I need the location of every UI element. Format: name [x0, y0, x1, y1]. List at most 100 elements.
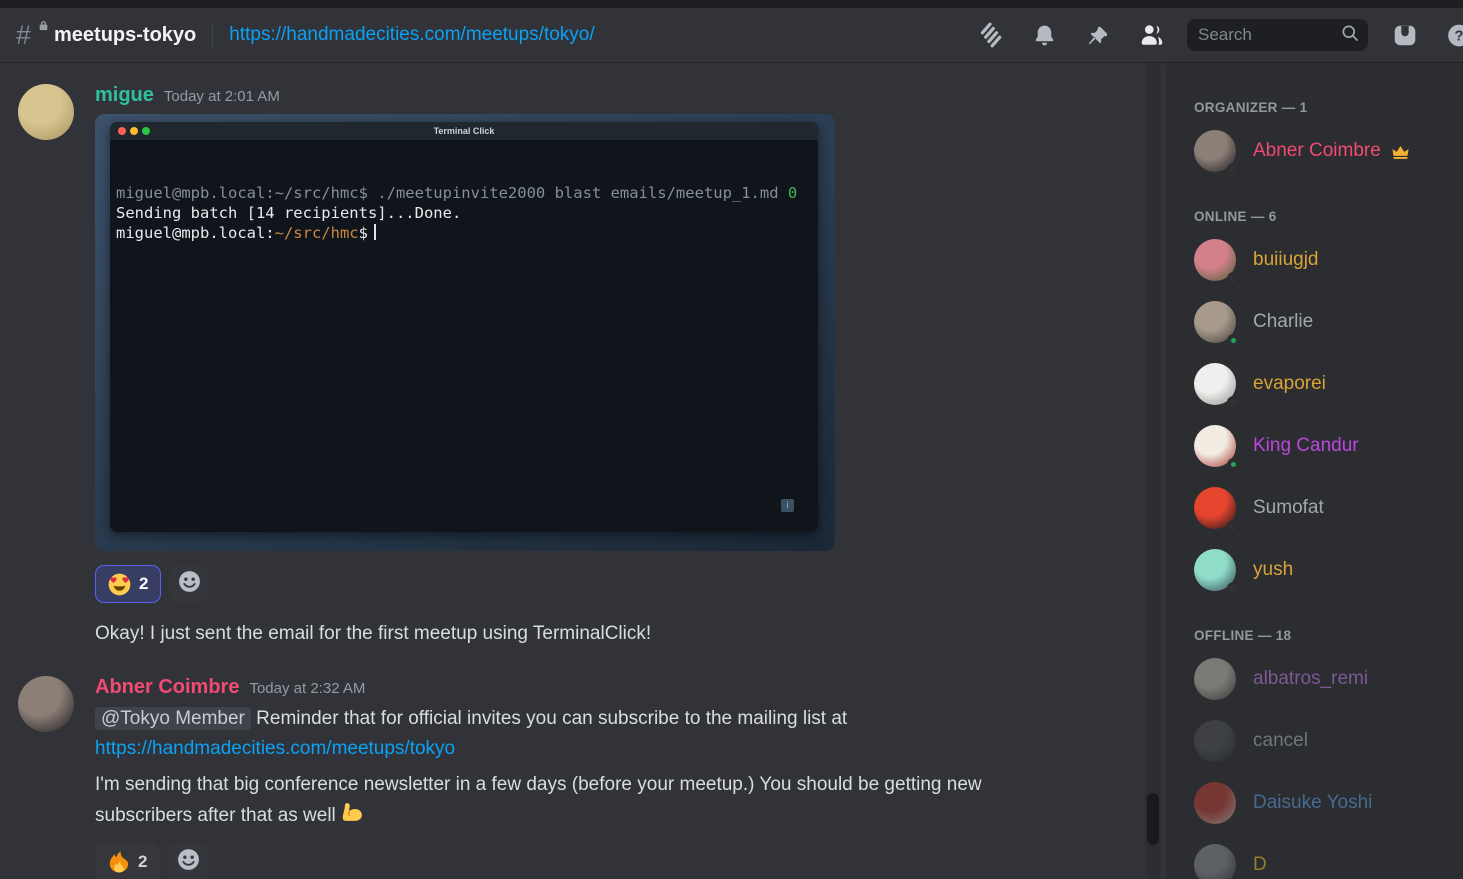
notifications-bell-icon[interactable] — [1031, 22, 1057, 48]
member-list: ORGANIZER — 1 Abner Coimbre ONLINE — 6 bui… — [1166, 62, 1463, 879]
online-status-badge — [1227, 458, 1240, 471]
member-name: albatros_remi — [1253, 668, 1368, 690]
add-reaction-button[interactable] — [169, 565, 209, 603]
member-section: ORGANIZER — 1 Abner Coimbre — [1194, 100, 1455, 175]
member-row[interactable]: Abner Coimbre — [1194, 127, 1455, 175]
header-divider — [212, 22, 213, 48]
avatar — [1194, 844, 1236, 879]
message-link[interactable]: https://handmadecities.com/meetups/tokyo — [95, 738, 455, 759]
avatar — [1194, 720, 1236, 762]
fire-emoji — [108, 851, 130, 873]
reaction-fire[interactable]: 2 — [95, 843, 160, 879]
overlay-badge: i — [781, 499, 794, 512]
scrollbar-track[interactable] — [1145, 62, 1161, 879]
search-placeholder: Search — [1198, 25, 1340, 45]
member-section: OFFLINE — 18 albatros_remicancel Daisuke Y… — [1194, 628, 1455, 879]
avatar[interactable] — [18, 84, 74, 140]
add-reaction-button[interactable] — [168, 843, 208, 879]
reactions-row: 2 — [95, 565, 1150, 603]
member-row[interactable]: yush — [1194, 546, 1455, 594]
message-author[interactable]: Abner Coimbre — [95, 676, 239, 699]
member-row[interactable]: albatros_remi — [1194, 655, 1455, 703]
avatar — [1194, 658, 1236, 700]
member-row[interactable]: evaporei — [1194, 360, 1455, 408]
avatar — [1194, 301, 1236, 343]
svg-text:?: ? — [1455, 28, 1463, 44]
member-row[interactable]: cancel — [1194, 717, 1455, 765]
crown-icon — [1391, 142, 1410, 161]
member-name: evaporei — [1253, 373, 1326, 395]
member-row[interactable]: Daisuke Yoshi — [1194, 779, 1455, 827]
member-section-title: OFFLINE — 18 — [1194, 628, 1455, 643]
member-name: Abner Coimbre — [1253, 140, 1381, 162]
terminal-screenshot-attachment[interactable]: Terminal Click miguel@mpb.local:~/src/hm… — [95, 114, 835, 551]
channel-hash-lock-icon: # — [16, 19, 46, 51]
message-text: I'm sending that big conference newslett… — [95, 770, 1070, 835]
member-row[interactable]: buiiugjd — [1194, 236, 1455, 284]
channel-name: meetups-tokyo — [54, 24, 196, 47]
message-text: Okay! I just sent the email for the firs… — [95, 619, 1150, 648]
member-list-toggle-icon[interactable] — [1139, 22, 1165, 48]
role-mention[interactable]: @Tokyo Member — [95, 707, 251, 730]
avatar — [1194, 782, 1236, 824]
member-row[interactable]: Charlie — [1194, 298, 1455, 346]
message: Abner Coimbre Today at 2:32 AM @Tokyo Me… — [0, 676, 1166, 879]
search-input[interactable]: Search — [1187, 19, 1368, 51]
idle-status-badge — [1227, 163, 1240, 176]
member-section-title: ORGANIZER — 1 — [1194, 100, 1455, 115]
heart-eyes-emoji — [108, 573, 131, 596]
lock-icon — [38, 18, 49, 36]
terminal-line: miguel@mpb.local:~/src/hmc$ ./meetupinvi… — [116, 183, 812, 203]
reactions-row: 2 — [95, 843, 1150, 879]
discord-app: # meetups-tokyo https://handmadecities.c… — [0, 0, 1463, 879]
terminal-titlebar: Terminal Click — [110, 122, 818, 140]
terminal-title: Terminal Click — [110, 126, 818, 136]
message-timestamp: Today at 2:32 AM — [249, 680, 365, 697]
inbox-icon[interactable] — [1392, 22, 1418, 48]
member-row[interactable]: D — [1194, 841, 1455, 879]
terminal-line: Sending batch [14 recipients]...Done. — [116, 203, 812, 223]
message-author[interactable]: migue — [95, 84, 154, 107]
reaction-heart-eyes[interactable]: 2 — [95, 565, 161, 603]
member-name: yush — [1253, 559, 1293, 581]
add-reaction-smiley-icon — [177, 569, 202, 599]
idle-status-badge — [1227, 272, 1240, 285]
pin-icon[interactable] — [1085, 22, 1111, 48]
avatar — [1194, 130, 1236, 172]
member-section-title: ONLINE — 6 — [1194, 209, 1455, 224]
scrollbar-thumb[interactable] — [1147, 793, 1159, 845]
member-name: cancel — [1253, 730, 1308, 752]
avatar — [1194, 363, 1236, 405]
add-reaction-smiley-icon — [176, 847, 201, 877]
reaction-count: 2 — [139, 574, 148, 594]
member-name: buiiugjd — [1253, 249, 1319, 271]
help-icon[interactable]: ? — [1446, 22, 1463, 48]
avatar[interactable] — [18, 676, 74, 732]
member-row[interactable]: King Candur — [1194, 422, 1455, 470]
window-titlebar-strip — [0, 0, 1463, 8]
online-status-badge — [1227, 334, 1240, 347]
member-row[interactable]: Sumofat — [1194, 484, 1455, 532]
avatar — [1194, 549, 1236, 591]
member-name: King Candur — [1253, 435, 1359, 457]
channel-header: # meetups-tokyo https://handmadecities.c… — [0, 8, 1463, 62]
member-name: Sumofat — [1253, 497, 1324, 519]
message: migue Today at 2:01 AM Terminal — [0, 84, 1166, 648]
idle-status-badge — [1227, 520, 1240, 533]
terminal-window: Terminal Click miguel@mpb.local:~/src/hm… — [110, 122, 818, 532]
chat-scrollbar[interactable] — [1145, 62, 1161, 879]
avatar — [1194, 239, 1236, 281]
search-icon — [1340, 23, 1360, 48]
idle-status-badge — [1227, 396, 1240, 409]
chat-area: migue Today at 2:01 AM Terminal — [0, 62, 1166, 879]
threads-icon[interactable] — [977, 22, 1003, 48]
reaction-count: 2 — [138, 852, 147, 872]
flex-emoji — [340, 800, 365, 835]
message-timestamp: Today at 2:01 AM — [164, 88, 280, 105]
terminal-output: miguel@mpb.local:~/src/hmc$ ./meetupinvi… — [110, 140, 818, 532]
idle-status-badge — [1227, 582, 1240, 595]
member-name: D — [1253, 854, 1267, 876]
channel-topic-link[interactable]: https://handmadecities.com/meetups/tokyo… — [229, 24, 594, 46]
terminal-line: miguel@mpb.local:~/src/hmc$ — [116, 223, 812, 243]
member-name: Charlie — [1253, 311, 1313, 333]
